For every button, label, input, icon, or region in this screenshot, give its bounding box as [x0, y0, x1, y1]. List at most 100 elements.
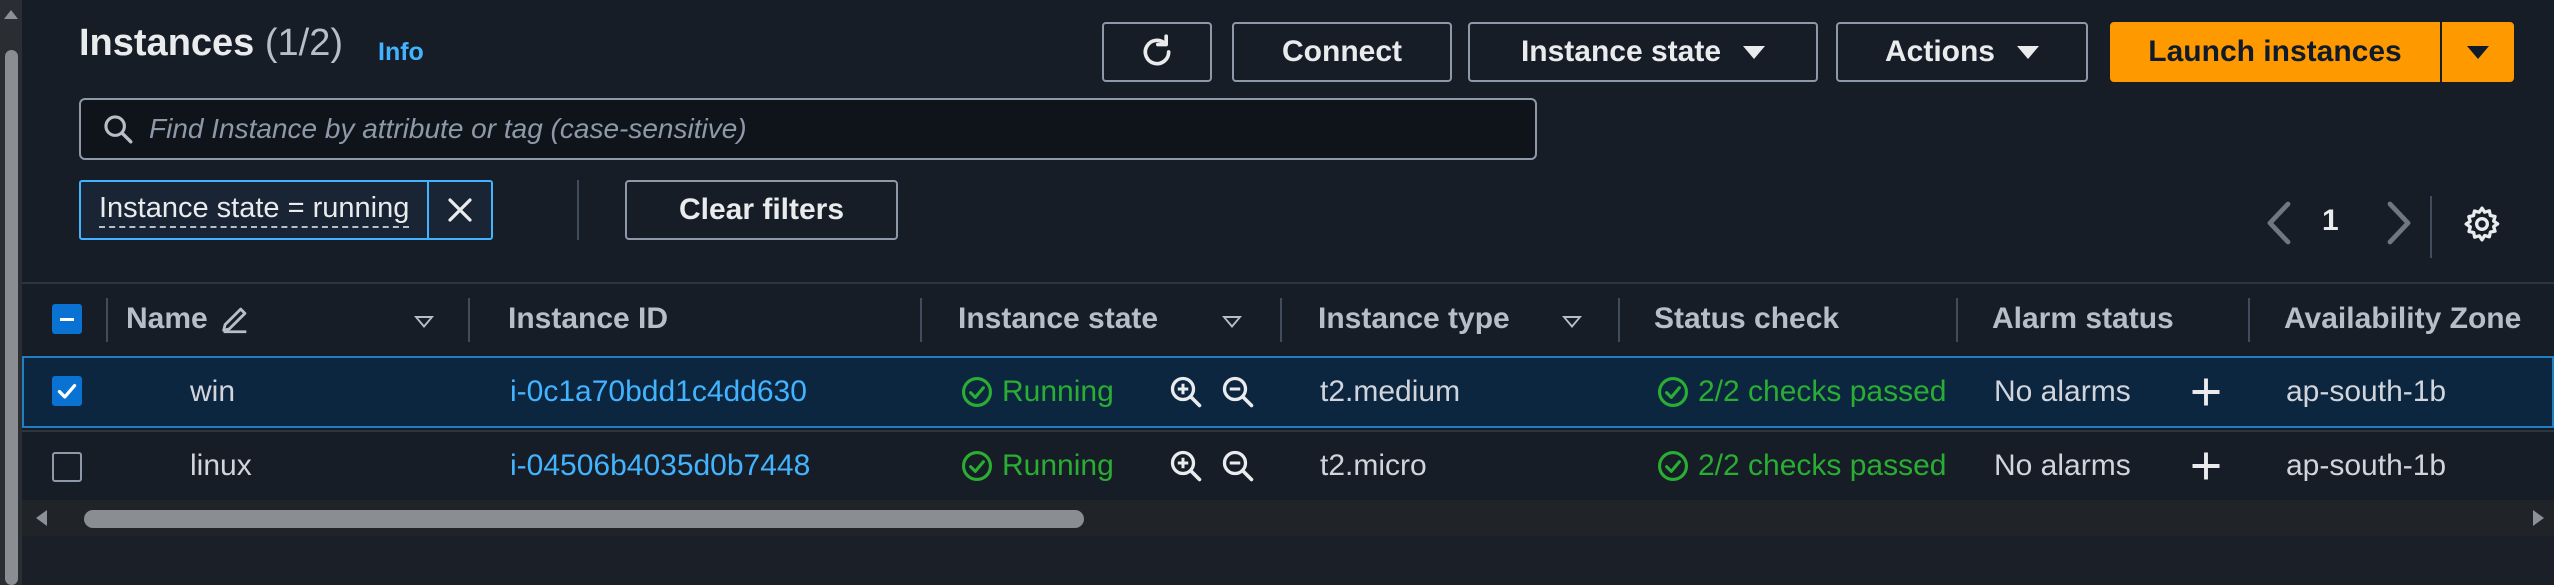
- search-input[interactable]: [149, 113, 1499, 145]
- vertical-scroll-thumb[interactable]: [5, 50, 18, 585]
- actions-dropdown[interactable]: Actions: [1836, 22, 2088, 82]
- edit-icon: [221, 307, 247, 334]
- column-header-instance-state-label: Instance state: [958, 302, 1159, 335]
- remove-filter-button[interactable]: [427, 182, 491, 238]
- sort-toggle-name[interactable]: [414, 316, 434, 328]
- instance-id-link[interactable]: i-04506b4035d0b7448: [510, 432, 810, 500]
- sort-toggle-instance-type[interactable]: [1562, 316, 1582, 328]
- column-header-status-check-label: Status check: [1654, 302, 1840, 335]
- status-check-text: 2/2 checks passed: [1698, 375, 1947, 408]
- column-header-alarm-status[interactable]: Alarm status: [1992, 302, 2174, 336]
- column-header-alarm-status-label: Alarm status: [1992, 302, 2174, 335]
- check-circle-icon: [1657, 450, 1689, 482]
- caret-down-icon: [1743, 45, 1766, 59]
- gear-icon[interactable]: [2462, 204, 2502, 244]
- row-checkbox[interactable]: [52, 376, 82, 406]
- current-page-number[interactable]: 1: [2322, 204, 2339, 238]
- column-header-instance-id-label: Instance ID: [508, 302, 669, 335]
- check-circle-icon: [961, 376, 993, 408]
- column-header-name-label: Name: [126, 302, 208, 335]
- vertical-scrollbar[interactable]: [0, 0, 22, 585]
- search-icon: [104, 115, 133, 144]
- panel-footer: [22, 536, 2554, 585]
- column-divider: [1618, 298, 1620, 342]
- title-text: Instances: [79, 22, 255, 64]
- horizontal-scroll-thumb[interactable]: [84, 510, 1084, 528]
- availability-zone: ap-south-1b: [2286, 375, 2447, 408]
- filter-token-label[interactable]: Instance state = running: [81, 182, 427, 238]
- column-header-instance-type-label: Instance type: [1318, 302, 1510, 335]
- plus-icon[interactable]: [2188, 448, 2224, 484]
- launch-instances-button[interactable]: Launch instances: [2110, 22, 2440, 82]
- status-check[interactable]: 2/2 checks passed: [1656, 358, 1956, 426]
- instance-state-status: Running: [960, 358, 1114, 426]
- instance-type: t2.medium: [1320, 375, 1461, 408]
- table-row[interactable]: linux i-04506b4035d0b7448 Running t2.mic…: [22, 430, 2554, 502]
- zoom-out-icon[interactable]: [1220, 448, 1256, 484]
- alarm-status: No alarms: [1994, 449, 2131, 482]
- zoom-in-icon[interactable]: [1168, 374, 1204, 410]
- alarm-status: No alarms: [1994, 375, 2131, 408]
- sort-toggle-instance-state[interactable]: [1222, 316, 1242, 328]
- launch-label: Launch instances: [2148, 35, 2402, 68]
- column-divider: [1956, 298, 1958, 342]
- selection-count: (1/2): [264, 22, 344, 64]
- instance-state-text: Running: [1002, 375, 1114, 408]
- column-divider: [468, 298, 470, 342]
- check-circle-icon: [1657, 376, 1689, 408]
- table-row[interactable]: win i-0c1a70bdd1c4dd630 Running t2.mediu…: [22, 356, 2554, 428]
- scroll-up-arrow[interactable]: [4, 10, 18, 19]
- connect-label: Connect: [1282, 35, 1402, 68]
- column-header-availability-zone-label: Availability Zone: [2284, 302, 2522, 335]
- pagination-divider: [2430, 196, 2432, 258]
- chevron-left-icon[interactable]: [2262, 198, 2296, 248]
- status-check-text: 2/2 checks passed: [1698, 449, 1947, 482]
- plus-icon[interactable]: [2188, 374, 2224, 410]
- info-link[interactable]: Info: [378, 38, 424, 67]
- status-check[interactable]: 2/2 checks passed: [1656, 432, 1954, 500]
- column-header-status-check[interactable]: Status check: [1654, 302, 1839, 336]
- refresh-icon: [1143, 34, 1171, 66]
- refresh-button[interactable]: [1102, 22, 1212, 82]
- close-icon: [448, 198, 472, 222]
- zoom-in-icon[interactable]: [1168, 448, 1204, 484]
- column-header-instance-id[interactable]: Instance ID: [508, 302, 668, 336]
- scroll-right-arrow[interactable]: [2533, 510, 2544, 526]
- caret-down-icon: [2017, 45, 2039, 59]
- actions-label: Actions: [1884, 35, 1995, 68]
- search-bar[interactable]: [79, 98, 1537, 160]
- filter-token[interactable]: Instance state = running: [79, 180, 494, 240]
- column-divider: [2248, 298, 2250, 342]
- filter-divider: [577, 180, 579, 240]
- connect-button[interactable]: Connect: [1232, 22, 1452, 82]
- instance-state-text: Running: [1002, 449, 1114, 482]
- row-checkbox[interactable]: [52, 452, 82, 482]
- instance-state-dropdown[interactable]: Instance state: [1468, 22, 1818, 82]
- filter-token-text: Instance state = running: [99, 192, 410, 228]
- select-all-checkbox[interactable]: [52, 304, 82, 334]
- instance-state-status: Running: [960, 432, 1114, 500]
- column-divider: [106, 298, 108, 342]
- instance-state-dropdown-label: Instance state: [1520, 35, 1722, 68]
- column-divider: [1280, 298, 1282, 342]
- column-divider: [920, 298, 922, 342]
- column-header-name[interactable]: Name: [126, 302, 252, 336]
- column-header-availability-zone[interactable]: Availability Zone: [2284, 302, 2521, 336]
- instance-name: linux: [190, 449, 252, 482]
- launch-options-dropdown[interactable]: [2442, 22, 2514, 82]
- page-title: Instances (1/2): [79, 22, 343, 65]
- instance-id-link[interactable]: i-0c1a70bdd1c4dd630: [510, 358, 807, 426]
- zoom-out-icon[interactable]: [1220, 374, 1256, 410]
- check-circle-icon: [961, 450, 993, 482]
- clear-filters-label: Clear filters: [678, 193, 845, 226]
- instance-name: win: [190, 375, 236, 408]
- instance-type: t2.micro: [1320, 449, 1427, 482]
- availability-zone: ap-south-1b: [2286, 449, 2447, 482]
- horizontal-scrollbar[interactable]: [22, 500, 2554, 536]
- column-header-instance-type[interactable]: Instance type: [1318, 302, 1510, 336]
- column-header-instance-state[interactable]: Instance state: [958, 302, 1158, 336]
- checkmark-icon: [57, 383, 77, 399]
- clear-filters-button[interactable]: Clear filters: [625, 180, 898, 240]
- scroll-left-arrow[interactable]: [36, 510, 47, 526]
- chevron-right-icon[interactable]: [2382, 198, 2416, 248]
